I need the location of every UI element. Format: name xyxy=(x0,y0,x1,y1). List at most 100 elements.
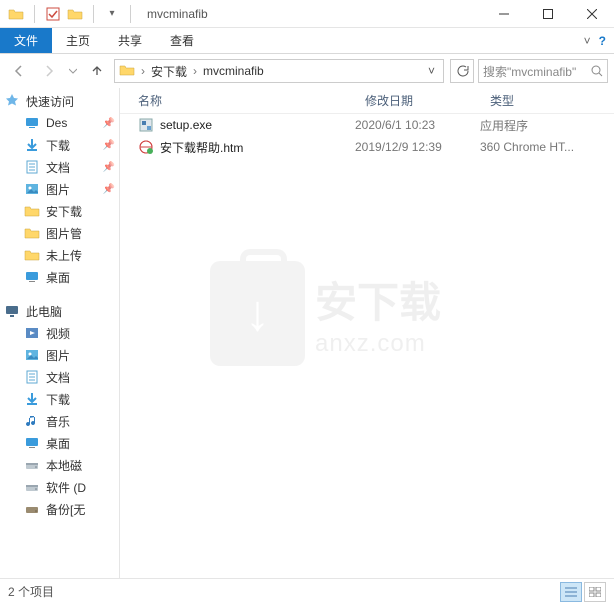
maximize-button[interactable] xyxy=(526,0,570,28)
file-name: setup.exe xyxy=(160,118,212,132)
nav-item[interactable]: 未上传 xyxy=(0,244,119,266)
nav-item-label: 音乐 xyxy=(46,413,70,430)
pic-icon xyxy=(24,181,40,197)
up-button[interactable] xyxy=(84,58,110,84)
nav-item-label: 软件 (D xyxy=(46,479,86,496)
nav-item-label: 下载 xyxy=(46,137,70,154)
nav-item-label: 备份[无 xyxy=(46,501,85,518)
watermark: 安下载 anxz.com xyxy=(210,238,510,388)
tab-file[interactable]: 文件 xyxy=(0,28,52,53)
nav-item[interactable]: 桌面 xyxy=(0,266,119,288)
doc-icon xyxy=(24,369,40,385)
qat-separator-2 xyxy=(93,5,94,23)
history-dropdown-icon[interactable] xyxy=(66,58,80,84)
address-bar: › 安下载 › mvcminafib ˅ 搜索"mvcminafib" xyxy=(0,54,614,88)
nav-item-label: Des xyxy=(46,116,67,130)
desktop2-icon xyxy=(24,435,40,451)
back-button[interactable] xyxy=(6,58,32,84)
nav-item[interactable]: Des📌 xyxy=(0,112,119,134)
nav-item[interactable]: 图片 xyxy=(0,344,119,366)
nav-item[interactable]: 备份[无 xyxy=(0,498,119,520)
nav-item[interactable]: 下载 xyxy=(0,388,119,410)
doc-icon xyxy=(24,159,40,175)
nav-item[interactable]: 安下载 xyxy=(0,200,119,222)
folder-small-icon[interactable] xyxy=(67,6,83,22)
breadcrumb-dropdown-icon[interactable]: ˅ xyxy=(422,64,441,78)
breadcrumb[interactable]: › 安下载 › mvcminafib ˅ xyxy=(114,59,444,83)
drive2-icon xyxy=(24,501,40,517)
nav-item[interactable]: 文档 📌 xyxy=(0,156,119,178)
folder-icon xyxy=(119,62,137,80)
drive-icon xyxy=(24,479,40,495)
chevron-right-icon[interactable]: › xyxy=(191,64,199,78)
nav-item-label: 安下载 xyxy=(46,203,82,220)
nav-item-label: 图片管 xyxy=(46,225,82,242)
nav-item-label: 视频 xyxy=(46,325,70,342)
icons-view-button[interactable] xyxy=(584,582,606,602)
navigation-pane[interactable]: 快速访问Des📌下载📌文档📌图片📌安下载图片管未上传桌面 此电脑视频图片文档下载… xyxy=(0,88,120,578)
pin-icon: 📌 xyxy=(103,162,115,173)
file-name: 安下载帮助.htm xyxy=(160,139,243,156)
tab-share[interactable]: 共享 xyxy=(104,28,156,53)
nav-item-label: 图片 xyxy=(46,181,70,198)
download-icon xyxy=(24,137,40,153)
nav-item[interactable]: 下载 📌 xyxy=(0,134,119,156)
window-title: mvcminafib xyxy=(147,7,208,21)
file-row[interactable]: 安下载帮助.htm2019/12/9 12:39360 Chrome HT... xyxy=(120,136,614,158)
file-list[interactable]: 名称 修改日期 类型 setup.exe 2020/6/1 10:23应用程序安下… xyxy=(120,88,614,578)
refresh-button[interactable] xyxy=(450,59,474,83)
nav-item-label: 文档 xyxy=(46,369,70,386)
status-bar: 2 个项目 xyxy=(0,578,614,604)
drive-icon xyxy=(24,457,40,473)
nav-item[interactable]: 文档 xyxy=(0,366,119,388)
file-type: 360 Chrome HT... xyxy=(480,140,614,154)
forward-button[interactable] xyxy=(36,58,62,84)
column-type[interactable]: 类型 xyxy=(480,92,614,109)
ribbon-expand-icon[interactable]: ˅ xyxy=(584,34,591,48)
help-icon[interactable]: ? xyxy=(599,34,606,48)
column-headers[interactable]: 名称 修改日期 类型 xyxy=(120,88,614,114)
nav-item[interactable]: 本地磁 xyxy=(0,454,119,476)
pin-icon: 📌 xyxy=(103,140,115,151)
nav-item-label: 未上传 xyxy=(46,247,82,264)
search-placeholder: 搜索"mvcminafib" xyxy=(483,63,587,80)
video-icon xyxy=(24,325,40,341)
column-name[interactable]: 名称 xyxy=(120,92,355,109)
search-icon xyxy=(591,65,603,77)
title-bar: ▾ mvcminafib xyxy=(0,0,614,28)
qat-dropdown-icon[interactable]: ▾ xyxy=(104,6,120,22)
qat-separator xyxy=(34,5,35,23)
nav-item-label: 下载 xyxy=(46,391,70,408)
nav-item[interactable]: 音乐 xyxy=(0,410,119,432)
nav-item[interactable]: 软件 (D xyxy=(0,476,119,498)
tab-home[interactable]: 主页 xyxy=(52,28,104,53)
star-icon xyxy=(4,93,20,109)
music-icon xyxy=(24,413,40,429)
breadcrumb-seg-1[interactable]: 安下载 xyxy=(147,63,191,80)
details-view-button[interactable] xyxy=(560,582,582,602)
search-input[interactable]: 搜索"mvcminafib" xyxy=(478,59,608,83)
nav-item-label: 桌面 xyxy=(46,269,70,286)
status-text: 2 个项目 xyxy=(8,583,54,600)
nav-item-label: 桌面 xyxy=(46,435,70,452)
nav-this-pc[interactable]: 此电脑 xyxy=(0,300,119,322)
nav-item-label: 文档 xyxy=(46,159,70,176)
exe-icon xyxy=(138,117,154,133)
file-type: 应用程序 xyxy=(480,117,614,134)
nav-quick-access[interactable]: 快速访问 xyxy=(0,90,119,112)
chevron-right-icon[interactable]: › xyxy=(139,64,147,78)
folder-icon xyxy=(8,6,24,22)
pin-icon: 📌 xyxy=(103,184,115,195)
nav-item[interactable]: 图片管 xyxy=(0,222,119,244)
breadcrumb-seg-2[interactable]: mvcminafib xyxy=(199,64,268,78)
checkbox-icon[interactable] xyxy=(45,6,61,22)
nav-item[interactable]: 视频 xyxy=(0,322,119,344)
nav-item[interactable]: 桌面 xyxy=(0,432,119,454)
column-date[interactable]: 修改日期 xyxy=(355,92,480,109)
minimize-button[interactable] xyxy=(482,0,526,28)
file-row[interactable]: setup.exe 2020/6/1 10:23应用程序 xyxy=(120,114,614,136)
tab-view[interactable]: 查看 xyxy=(156,28,208,53)
nav-item[interactable]: 图片 📌 xyxy=(0,178,119,200)
file-date: 2020/6/1 10:23 xyxy=(355,118,480,132)
close-button[interactable] xyxy=(570,0,614,28)
